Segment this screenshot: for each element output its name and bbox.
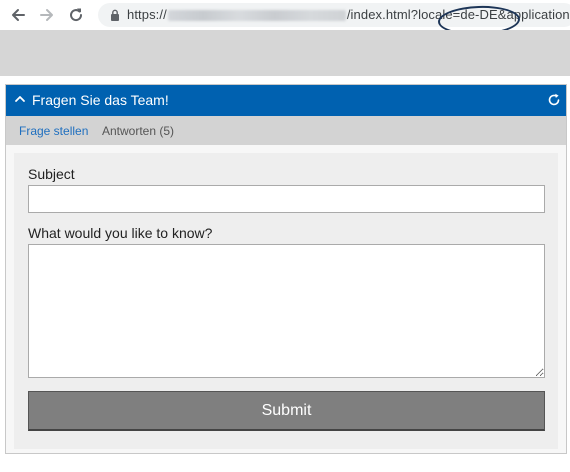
page-background-strip <box>0 30 570 76</box>
arrow-right-icon <box>40 9 53 21</box>
reload-icon <box>70 8 83 22</box>
url-prefix: https:// <box>127 7 167 22</box>
arrow-left-icon <box>12 9 25 21</box>
question-textarea[interactable] <box>28 244 545 378</box>
widget-header: Fragen Sie das Team! <box>6 85 566 116</box>
ask-team-widget: Fragen Sie das Team! Frage stellen Antwo… <box>5 84 567 454</box>
subject-label: Subject <box>28 166 75 182</box>
tab-ask-question[interactable]: Frage stellen <box>19 124 88 138</box>
submit-button[interactable]: Submit <box>28 391 545 431</box>
subject-input[interactable] <box>28 185 545 213</box>
question-label: What would you like to know? <box>28 225 213 241</box>
lock-icon <box>111 9 119 21</box>
tab-answers[interactable]: Antworten (5) <box>102 124 174 138</box>
widget-title: Fragen Sie das Team! <box>32 92 169 108</box>
redacted-url-segment <box>167 10 346 22</box>
forward-button[interactable] <box>37 5 57 25</box>
chevron-up-icon[interactable] <box>14 93 26 105</box>
widget-tabs: Frage stellen Antworten (5) <box>6 116 566 145</box>
question-form: Subject What would you like to know? Sub… <box>14 153 558 449</box>
back-button[interactable] <box>8 5 28 25</box>
reload-button[interactable] <box>66 5 86 25</box>
refresh-icon[interactable] <box>547 93 561 107</box>
browser-toolbar: https:///index.html?locale=de-DE&applica… <box>0 0 570 37</box>
